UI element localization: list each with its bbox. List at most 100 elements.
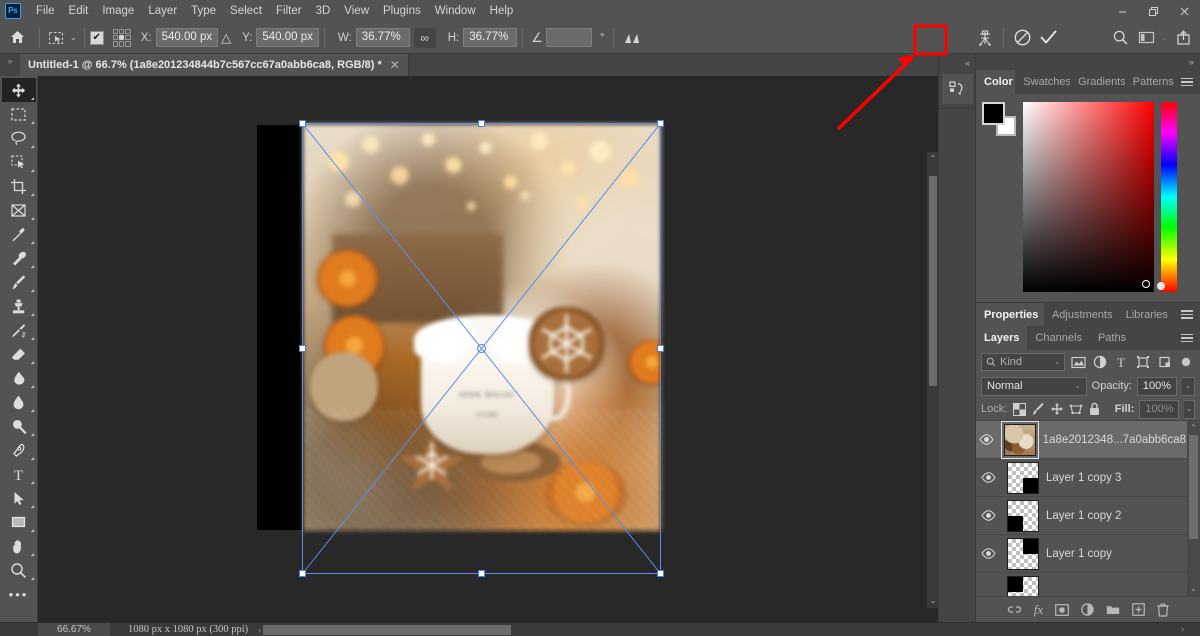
home-icon[interactable] <box>0 22 34 54</box>
tab-gradients[interactable]: Gradients <box>1070 70 1125 94</box>
tab-channels[interactable]: Channels <box>1027 326 1089 350</box>
object-selection-tool[interactable] <box>2 150 36 174</box>
frame-tool[interactable] <box>2 198 36 222</box>
color-field[interactable] <box>1023 102 1154 292</box>
tab-adjustments[interactable]: Adjustments <box>1044 303 1118 326</box>
arrange-documents-icon[interactable] <box>1133 25 1159 51</box>
tab-swatches[interactable]: Swatches <box>1015 70 1070 94</box>
new-layer-icon[interactable] <box>1132 603 1145 616</box>
tab-color[interactable]: Color <box>976 70 1015 94</box>
new-group-icon[interactable] <box>1106 604 1120 615</box>
history-brush-tool[interactable] <box>2 318 36 342</box>
collapse-panels-icon[interactable]: « <box>939 54 975 72</box>
delete-layer-icon[interactable] <box>1157 603 1169 617</box>
tab-patterns[interactable]: Patterns <box>1125 70 1174 94</box>
lasso-tool[interactable] <box>2 126 36 150</box>
panel-menu-icon[interactable] <box>1174 326 1200 350</box>
menu-file[interactable]: File <box>29 2 62 20</box>
rectangle-tool[interactable] <box>2 510 36 534</box>
document-tab[interactable]: Untitled-1 @ 66.7% (1a8e201234844b7c567c… <box>20 54 409 76</box>
chevron-down-icon[interactable]: ⌄ <box>1161 33 1168 42</box>
gradient-tool[interactable] <box>2 366 36 390</box>
spot-healing-brush-tool[interactable] <box>2 246 36 270</box>
lock-transparent-pixels-icon[interactable] <box>1012 401 1026 418</box>
layer-name[interactable]: 1a8e2012348...7a0abb6ca8 <box>1043 434 1186 446</box>
layer-list[interactable]: 1a8e2012348...7a0abb6ca8 Layer 1 copy 3 … <box>976 421 1200 596</box>
layer-row-0[interactable]: 1a8e2012348...7a0abb6ca8 <box>976 421 1200 459</box>
tab-libraries[interactable]: Libraries <box>1118 303 1174 326</box>
layer-visibility-toggle[interactable] <box>976 434 997 445</box>
clone-stamp-tool[interactable] <box>2 294 36 318</box>
pen-tool[interactable] <box>2 438 36 462</box>
filter-shape-icon[interactable] <box>1134 353 1152 372</box>
rectangular-marquee-tool[interactable] <box>2 102 36 126</box>
layer-name[interactable]: Layer 1 copy 2 <box>1046 510 1121 522</box>
tab-paths[interactable]: Paths <box>1090 326 1134 350</box>
menu-3d[interactable]: 3D <box>309 2 338 20</box>
move-tool[interactable] <box>2 78 36 102</box>
layer-thumbnail[interactable] <box>1007 462 1039 494</box>
filter-pixel-icon[interactable] <box>1069 353 1087 372</box>
menu-view[interactable]: View <box>337 2 376 20</box>
width-input[interactable]: 36.77% <box>356 28 410 47</box>
warp-mode-icon[interactable] <box>972 25 998 51</box>
close-icon[interactable]: ✕ <box>390 58 400 72</box>
layer-list-scrollbar[interactable]: ⌃ ⌄ <box>1187 421 1200 596</box>
link-aspect-ratio-icon[interactable]: ∞ <box>414 28 436 48</box>
edit-toolbar-button[interactable]: ••• <box>2 582 36 606</box>
fill-input[interactable]: 100% <box>1139 400 1179 419</box>
scroll-thumb[interactable] <box>929 176 937 386</box>
panel-menu-icon[interactable] <box>1174 303 1200 326</box>
color-field-cursor[interactable] <box>1142 280 1150 288</box>
foreground-background-swatches[interactable] <box>982 102 1016 136</box>
menu-select[interactable]: Select <box>223 2 269 20</box>
chevron-down-icon[interactable]: ⌄ <box>1054 358 1060 366</box>
layer-name[interactable]: Layer 1 copy <box>1046 548 1112 560</box>
transform-handle-bottom-right[interactable] <box>657 570 664 577</box>
share-icon[interactable] <box>1170 25 1196 51</box>
menu-edit[interactable]: Edit <box>62 2 96 20</box>
reference-point-grid[interactable] <box>111 27 133 49</box>
brush-tool[interactable] <box>2 270 36 294</box>
scroll-right-arrow[interactable]: › <box>1181 624 1184 634</box>
lock-image-pixels-icon[interactable] <box>1031 401 1045 418</box>
layer-thumbnail[interactable] <box>1007 538 1039 570</box>
cancel-transform-icon[interactable] <box>1009 25 1035 51</box>
tool-preset-picker[interactable]: ⌄ <box>45 26 79 50</box>
expand-panels-icon[interactable]: » <box>0 54 20 76</box>
layer-visibility-toggle[interactable] <box>976 472 1000 483</box>
layer-row-1[interactable]: Layer 1 copy 3 <box>976 459 1200 497</box>
foreground-color-swatch[interactable] <box>982 102 1005 125</box>
chevron-down-icon[interactable]: ⌄ <box>70 33 77 42</box>
layer-thumbnail[interactable] <box>1007 576 1039 597</box>
layer-visibility-toggle[interactable] <box>976 510 1000 521</box>
crop-tool[interactable] <box>2 174 36 198</box>
link-layers-icon[interactable] <box>1007 604 1022 615</box>
eyedropper-tool[interactable] <box>2 222 36 246</box>
rotation-input[interactable]: 0.00 <box>546 28 592 47</box>
layer-row-2[interactable]: Layer 1 copy 2 <box>976 497 1200 535</box>
hand-tool[interactable] <box>2 534 36 558</box>
close-button[interactable] <box>1169 0 1200 22</box>
filter-type-icon[interactable]: T <box>1112 353 1130 372</box>
hue-slider[interactable] <box>1161 102 1177 292</box>
scroll-thumb[interactable] <box>1189 435 1198 539</box>
more-tools-icon[interactable]: ••• <box>9 587 29 602</box>
lock-all-icon[interactable] <box>1088 401 1102 418</box>
canvas-area[interactable]: SEEK MAGIC everyday <box>38 76 938 622</box>
chevron-down-icon[interactable]: ⌄ <box>1075 382 1081 390</box>
add-layer-mask-icon[interactable] <box>1055 604 1069 616</box>
history-panel-icon[interactable] <box>942 74 973 104</box>
restore-button[interactable] <box>1138 0 1169 22</box>
layer-thumbnail[interactable] <box>1004 424 1036 456</box>
transform-handle-bottom-center[interactable] <box>478 570 485 577</box>
expand-panel-icon[interactable]: » <box>976 54 1200 70</box>
layer-row-3[interactable]: Layer 1 copy <box>976 535 1200 573</box>
eraser-tool[interactable] <box>2 342 36 366</box>
commit-transform-button[interactable] <box>1035 25 1061 51</box>
toggle-reference-point-checkbox[interactable]: ✔ <box>90 31 104 45</box>
menu-layer[interactable]: Layer <box>141 2 184 20</box>
layer-thumbnail[interactable] <box>1007 500 1039 532</box>
opacity-input[interactable]: 100% <box>1137 377 1177 396</box>
zoom-tool[interactable] <box>2 558 36 582</box>
